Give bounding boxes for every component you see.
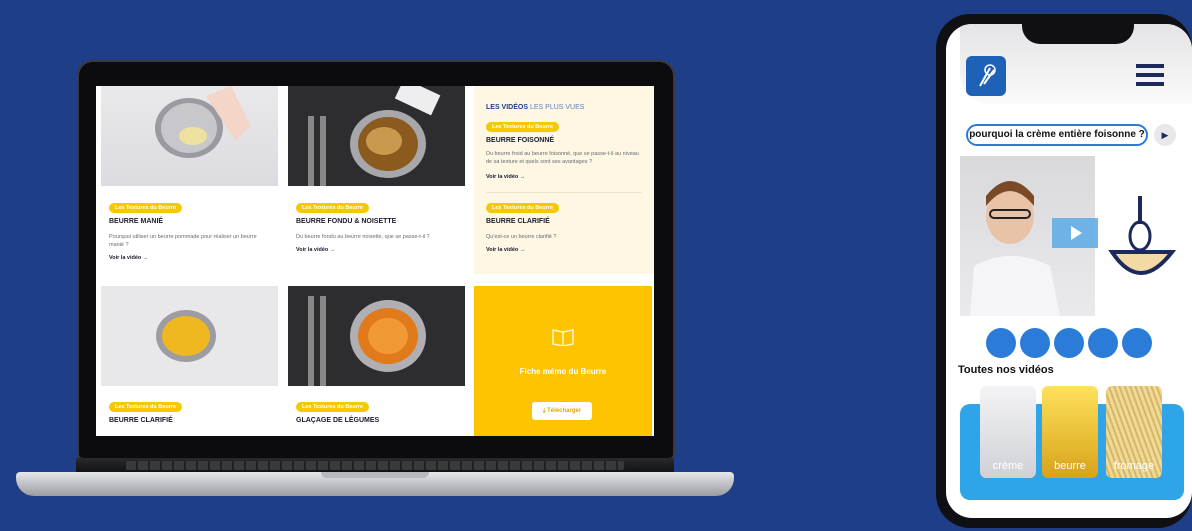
carrot-pan-illustration [308, 296, 426, 386]
share-icon[interactable] [1054, 328, 1084, 358]
card-title[interactable]: BEURRE MANIÉ [109, 218, 163, 225]
category-tag[interactable]: Les Textures du Beurre [109, 402, 183, 412]
category-tag[interactable]: Les Textures du Beurre [296, 402, 370, 412]
bowl-illustration [155, 86, 251, 158]
thumbs-up-icon[interactable] [986, 328, 1016, 358]
card-title[interactable]: BEURRE CLARIFIÉ [109, 417, 173, 424]
pan-illustration [308, 86, 441, 186]
logo[interactable] [966, 56, 1006, 96]
category-cream[interactable]: crème [980, 386, 1036, 478]
most-viewed-panel: LES VIDÉOS LES PLUS VUES Les Textures du… [474, 86, 654, 274]
hamburger-menu-icon[interactable] [1136, 64, 1164, 88]
side-item-title[interactable]: BEURRE FOISONNÉ [486, 137, 554, 144]
card-description: Pourquoi utiliser un beurre pommade pour… [109, 234, 257, 248]
card-title[interactable]: BEURRE FONDU & NOISETTE [296, 218, 396, 225]
heart-icon[interactable] [1088, 328, 1118, 358]
card-description: Du beurre fondu au beurre noisette, que … [296, 234, 430, 240]
phone-screen: pourquoi la crème entière foisonne ? ▶ T… [946, 24, 1192, 518]
watch-video-link[interactable]: Voir la vidéo → [486, 247, 525, 253]
video-thumbnail-beurre-fondu[interactable] [288, 86, 465, 186]
video-thumbnail-glacage[interactable] [288, 286, 465, 386]
section-title: Toutes nos vidéos [958, 364, 1054, 376]
whisk-bowl-icon [1108, 196, 1177, 275]
memo-title: Fiche mémo du Beurre [519, 367, 607, 376]
phone-notch [1022, 14, 1134, 44]
side-item-description: Qu'est-ce un beurre clarifié ? [486, 234, 557, 240]
watch-video-link[interactable]: Voir la vidéo → [109, 255, 148, 261]
video-thumbnail-beurre-manie[interactable] [101, 86, 278, 186]
ramekin-illustration [156, 310, 216, 362]
keyboard [126, 461, 624, 470]
category-butter[interactable]: beurre [1042, 386, 1098, 478]
question-pill[interactable]: pourquoi la crème entière foisonne ? [966, 124, 1148, 146]
play-button[interactable] [1052, 218, 1098, 248]
watch-video-link[interactable]: Voir la vidéo → [486, 174, 525, 180]
category-cheese[interactable]: fromage [1106, 386, 1162, 478]
watch-video-link[interactable]: Voir la vidéo → [296, 247, 335, 253]
divider [486, 192, 642, 193]
play-small-icon[interactable]: ▶ [1154, 124, 1176, 146]
video-thumbnail-beurre-clarifie[interactable] [101, 286, 278, 386]
panel-heading: LES VIDÉOS LES PLUS VUES [486, 104, 585, 111]
laptop-base [16, 458, 734, 502]
comment-icon[interactable] [1020, 328, 1050, 358]
category-tag[interactable]: Les Textures du Beurre [486, 203, 560, 213]
side-item-title[interactable]: BEURRE CLARIFIÉ [486, 218, 550, 225]
book-icon [552, 329, 574, 346]
laptop-screen: Les Textures du Beurre BEURRE MANIÉ Pour… [96, 86, 654, 436]
memo-panel: Fiche mémo du Beurre ⤓ Télécharger [474, 286, 652, 436]
user-icon[interactable] [1122, 328, 1152, 358]
category-tag[interactable]: Les Textures du Beurre [109, 203, 183, 213]
category-tag[interactable]: Les Textures du Beurre [486, 122, 560, 132]
card-title[interactable]: GLAÇAGE DE LÉGUMES [296, 417, 379, 424]
category-tag[interactable]: Les Textures du Beurre [296, 203, 370, 213]
download-button[interactable]: ⤓ Télécharger [532, 402, 592, 420]
side-item-description: Du beurre froid au beurre foisonné, que … [486, 151, 639, 165]
